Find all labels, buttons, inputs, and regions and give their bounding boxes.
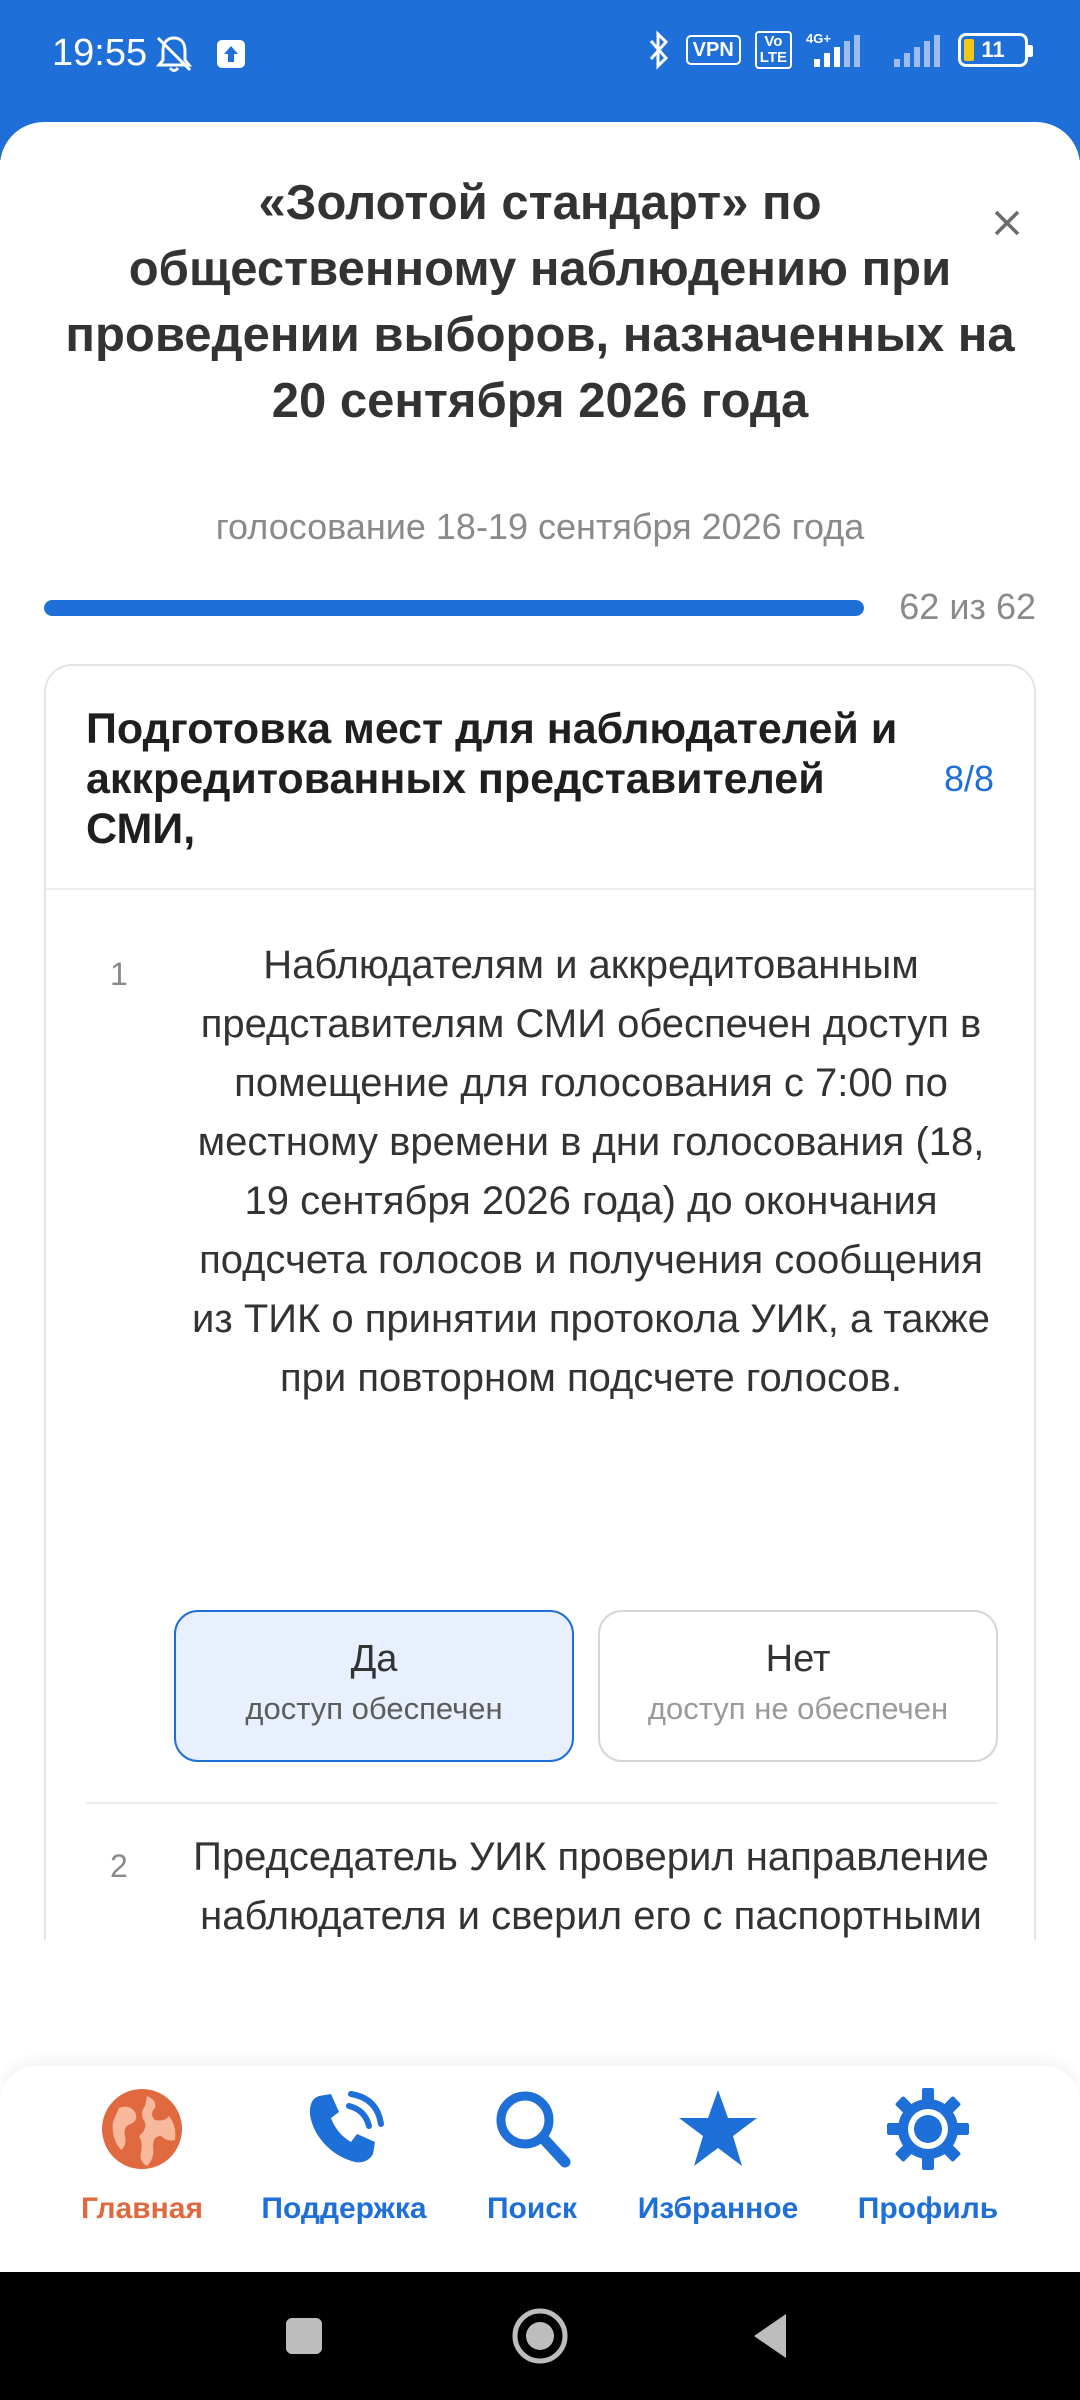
nav-item-support[interactable]: Поддержка (244, 2086, 444, 2226)
question-divider (86, 1802, 998, 1804)
progress-bar (44, 600, 864, 616)
nav-label-search: Поиск (486, 2192, 578, 2225)
nav-label-favorites: Избранное (637, 2192, 799, 2225)
question-number: 2 (110, 1848, 128, 1884)
nav-item-profile[interactable]: Профиль (828, 2086, 1028, 2226)
nav-label-home: Главная (80, 2192, 203, 2225)
answer-no-subtitle: доступ не обеспечен (647, 1691, 949, 1726)
upload-icon (217, 40, 245, 68)
battery-level: 11 (981, 37, 1005, 62)
nav-label-profile: Профиль (857, 2192, 999, 2225)
recent-apps-button[interactable] (282, 2306, 326, 2366)
nav-item-search[interactable]: Поиск (432, 2086, 632, 2226)
signal-icon: 4G+ (806, 31, 860, 67)
network-type-label: 4G+ (806, 31, 831, 46)
answer-no-title: Нет (765, 1638, 831, 1680)
answer-yes-button[interactable]: Да доступ обеспечен (174, 1610, 574, 1762)
bottom-navigation: Главная Поддержка Поиск Избранное Профил… (0, 2066, 1080, 2272)
nav-item-home[interactable]: Главная (42, 2086, 242, 2226)
section-count: 8/8 (943, 758, 994, 799)
system-navigation-bar (0, 2272, 1080, 2400)
search-icon (496, 2091, 571, 2168)
answer-no-button[interactable]: Нет доступ не обеспечен (598, 1610, 998, 1762)
section-header[interactable]: Подготовка мест для наблюдателей и аккре… (46, 666, 1034, 890)
status-time: 19:55 (52, 32, 148, 74)
status-bar: 19:55 VPN Vo LTE 4G+ 11 (0, 0, 1080, 100)
progress-fill (44, 600, 864, 616)
close-icon (994, 210, 1020, 236)
nav-item-favorites[interactable]: Избранное (618, 2086, 818, 2226)
section-title: Подготовка мест для наблюдателей и аккре… (86, 705, 898, 853)
answer-yes-title: Да (350, 1638, 398, 1680)
vpn-badge: VPN (685, 35, 741, 65)
battery-icon: 11 (958, 33, 1033, 67)
section-card: Подготовка мест для наблюдателей и аккре… (44, 664, 1036, 2064)
progress-label: 62 из 62 (899, 586, 1036, 627)
question-text: Наблюдателям и аккредитованным представи… (192, 943, 990, 1400)
mute-bell-icon (155, 36, 193, 72)
back-button[interactable] (748, 2306, 792, 2366)
globe-icon (102, 2089, 182, 2169)
answer-yes-subtitle: доступ обеспечен (245, 1691, 503, 1726)
question-number: 1 (110, 956, 128, 992)
content-fade (0, 1940, 1080, 2070)
volte-badge: Vo LTE (754, 31, 792, 69)
nav-label-support: Поддержка (261, 2192, 427, 2225)
bluetooth-icon (649, 30, 668, 70)
sheet-title: «Золотой стандарт» по общественному набл… (65, 176, 1015, 428)
home-button[interactable] (508, 2306, 572, 2366)
signal-2-icon (894, 35, 940, 67)
sheet-subtitle: голосование 18-19 сентября 2026 года (215, 506, 865, 547)
gear-icon (887, 2088, 969, 2170)
close-button[interactable] (992, 202, 1022, 246)
phone-icon (309, 2091, 384, 2163)
star-icon (679, 2090, 757, 2166)
